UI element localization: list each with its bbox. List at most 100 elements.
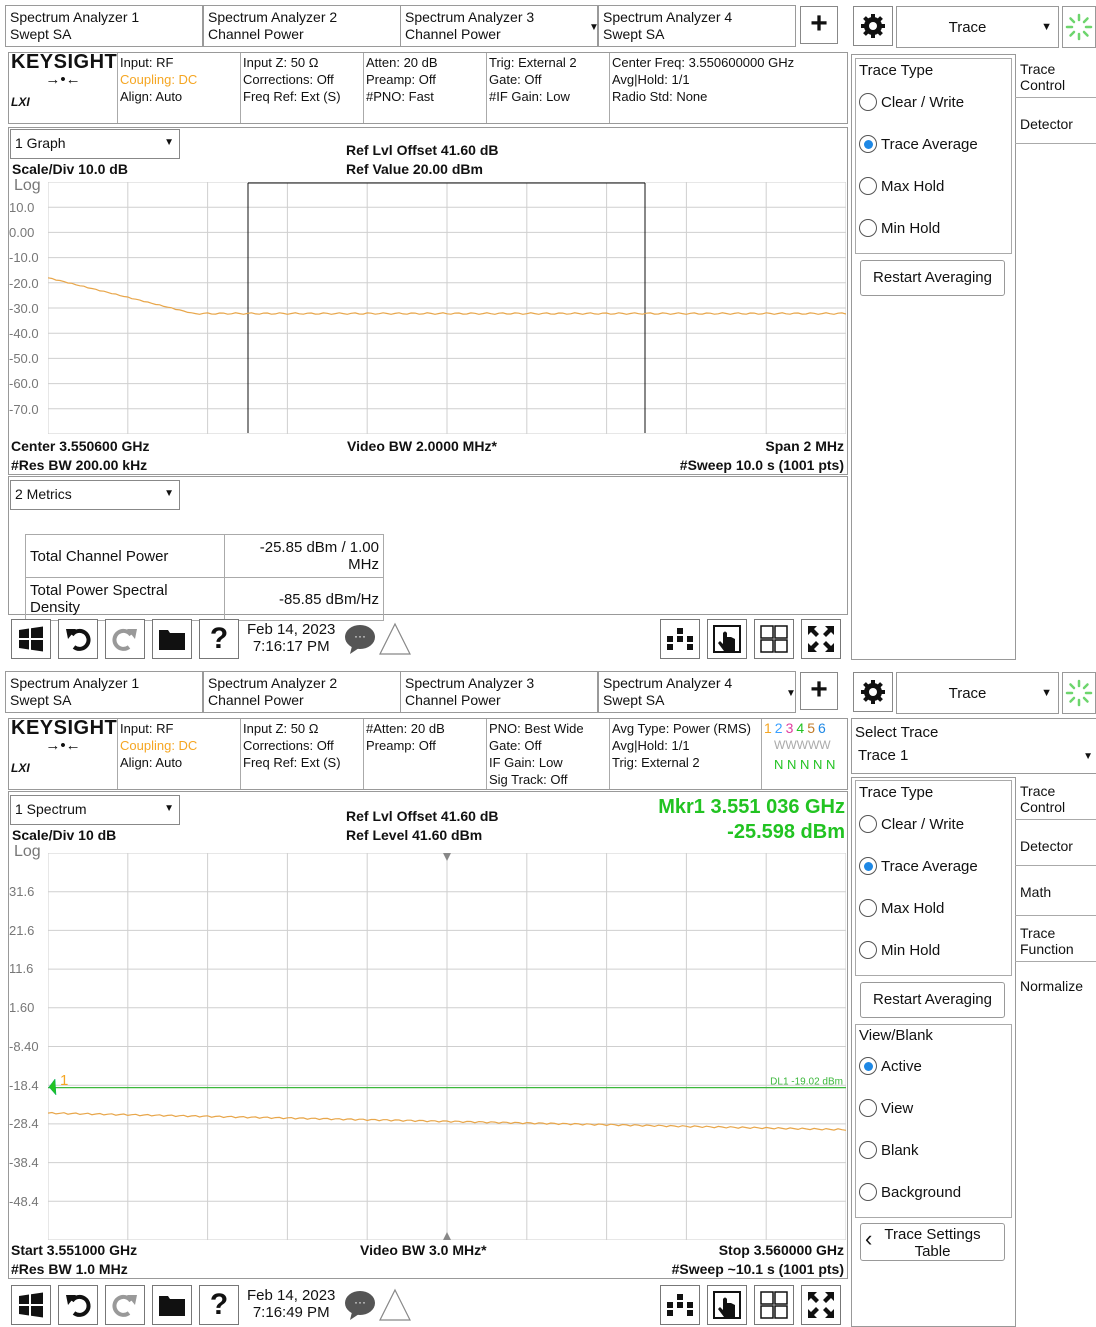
spinner-icon [1065,679,1093,707]
radio-background[interactable]: Background [859,1180,961,1204]
restart-averaging-button[interactable]: Restart Averaging [860,982,1005,1018]
radio-label: Max Hold [881,177,945,195]
radio-max-hold[interactable]: Max Hold [859,896,944,920]
file-button[interactable] [152,1285,192,1325]
scale-type: Log [14,843,41,860]
touch-button[interactable] [707,1285,747,1325]
tab-title: Spectrum Analyzer 2 [208,675,338,691]
touch-button[interactable] [707,619,747,659]
sig-track-text: Sig Track: Off [489,772,568,787]
tab-spectrum-analyzer-4[interactable]: Spectrum Analyzer 4 Swept SA [598,5,796,47]
file-button[interactable] [152,619,192,659]
add-screen-button[interactable]: + [800,6,838,44]
messages-button[interactable]: ··· [342,1287,414,1323]
trace-number: 1 [764,720,775,736]
settings-button[interactable] [853,6,893,46]
graph-view-select[interactable]: 1 Spectrum ▼ [10,795,180,825]
side-tab-trace-control[interactable]: Trace Control [1015,58,1096,98]
radio-min-hold[interactable]: Min Hold [859,938,940,962]
metric-value: -25.85 dBm / 1.00 MHz [224,534,384,578]
markers-button[interactable] [660,1285,700,1325]
tab-overflow-arrow-icon[interactable]: ▼ [786,688,796,699]
radio-active[interactable]: Active [859,1054,922,1078]
marker-frequency: Mkr1 3.551 036 GHz [658,796,845,818]
trace-number: 4 [796,720,808,736]
y-tick-label: -38.4 [9,1154,39,1170]
redo-button[interactable] [105,1285,145,1325]
side-tab-detector[interactable]: Detector [1015,108,1096,144]
radio-clear-write[interactable]: Clear / Write [859,812,964,836]
tab-spectrum-analyzer-1[interactable]: Spectrum Analyzer 1 Swept SA [5,5,203,47]
undo-button[interactable] [58,1285,98,1325]
radio-trace-average[interactable]: Trace Average [859,854,978,878]
radio-trace-average[interactable]: Trace Average [859,132,978,156]
svg-text:···: ··· [354,1295,366,1309]
side-tab-detector[interactable]: Detector [1015,830,1096,866]
tab-spectrum-analyzer-3[interactable]: Spectrum Analyzer 3 Channel Power [400,671,598,713]
input-info: Input: RF Coupling: DC Align: Auto [118,53,241,123]
folder-icon [159,630,185,650]
help-button[interactable]: ? [199,1285,239,1325]
y-tick-label: -30.0 [9,300,39,316]
side-tab-trace-function[interactable]: Trace Function [1015,922,1096,962]
chevron-down-icon: ▼ [1041,21,1052,33]
radio-min-hold[interactable]: Min Hold [859,216,940,240]
trig-text: Trig: External 2 [612,755,700,770]
preamp-text: Preamp: Off [366,738,436,753]
y-tick-label: -40.0 [9,326,39,341]
side-tab-math[interactable]: Math [1015,876,1096,916]
side-tab-normalize[interactable]: Normalize [1015,970,1096,1006]
date-text: Feb 14, 2023 [247,1287,336,1304]
redo-button[interactable] [105,619,145,659]
brand-cell: KEYSIGHT →•← LXI [9,717,118,789]
y-tick-label: 11.6 [9,961,34,977]
tab-spectrum-analyzer-1[interactable]: Spectrum Analyzer 1 Swept SA [5,671,203,713]
expand-icon [808,1292,834,1318]
select-trace-value: Trace 1 [858,747,909,764]
markers-button[interactable] [660,619,700,659]
tab-spectrum-analyzer-2[interactable]: Spectrum Analyzer 2 Channel Power [203,5,401,47]
time-text: 7:16:17 PM [252,638,330,655]
add-screen-button[interactable]: + [800,672,838,710]
hand-pointer-icon [713,1291,741,1319]
tab-spectrum-analyzer-3[interactable]: Spectrum Analyzer 3 Channel Power [400,5,598,47]
tab-spectrum-analyzer-2[interactable]: Spectrum Analyzer 2 Channel Power [203,671,401,713]
trace-detectors: N N N N N [774,757,836,772]
radio-blank[interactable]: Blank [859,1138,919,1162]
keysight-logo: KEYSIGHT [11,717,118,739]
messages-button[interactable]: ··· [342,621,414,657]
atten-text: Atten: 20 dB [366,55,438,70]
radio-circle-icon [859,93,877,111]
graph-view-select[interactable]: 1 Graph ▼ [10,129,180,159]
radio-max-hold[interactable]: Max Hold [859,174,944,198]
restart-averaging-button[interactable]: Restart Averaging [860,260,1005,296]
layout-button[interactable] [754,619,794,659]
y-tick-label: 10.0 [9,200,35,215]
radio-view[interactable]: View [859,1096,913,1120]
fullscreen-button[interactable] [801,619,841,659]
help-button[interactable]: ? [199,619,239,659]
brand-cell: KEYSIGHT →•← LXI [9,52,118,123]
windows-button[interactable] [11,1285,51,1325]
menu-select[interactable]: Trace ▼ [896,672,1059,714]
metrics-view-select[interactable]: 2 Metrics ▼ [10,480,180,510]
tab-spectrum-analyzer-4[interactable]: Spectrum Analyzer 4 Swept SA [598,671,796,713]
metric-label: Total Power Spectral Density [25,577,225,621]
y-tick-label: -8.40 [9,1038,39,1054]
select-trace-dropdown[interactable]: Select Trace Trace 1 ▼ [851,718,1096,774]
gate-text: Gate: Off [489,72,542,87]
windows-button[interactable] [11,619,51,659]
fullscreen-button[interactable] [801,1285,841,1325]
radio-clear-write[interactable]: Clear / Write [859,90,964,114]
radio-circle-icon [859,941,877,959]
atten-text: #Atten: 20 dB [366,721,445,736]
settings-button[interactable] [853,672,893,712]
y-tick-label: -50.0 [9,351,39,367]
undo-button[interactable] [58,619,98,659]
tab-mode: Channel Power [208,692,304,708]
side-tab-trace-control[interactable]: Trace Control [1015,780,1096,820]
layout-button[interactable] [754,1285,794,1325]
radio-circle-icon [859,177,877,195]
menu-select[interactable]: Trace ▼ [896,6,1059,48]
trace-settings-table-button[interactable]: ‹ Trace Settings Table [860,1223,1005,1261]
